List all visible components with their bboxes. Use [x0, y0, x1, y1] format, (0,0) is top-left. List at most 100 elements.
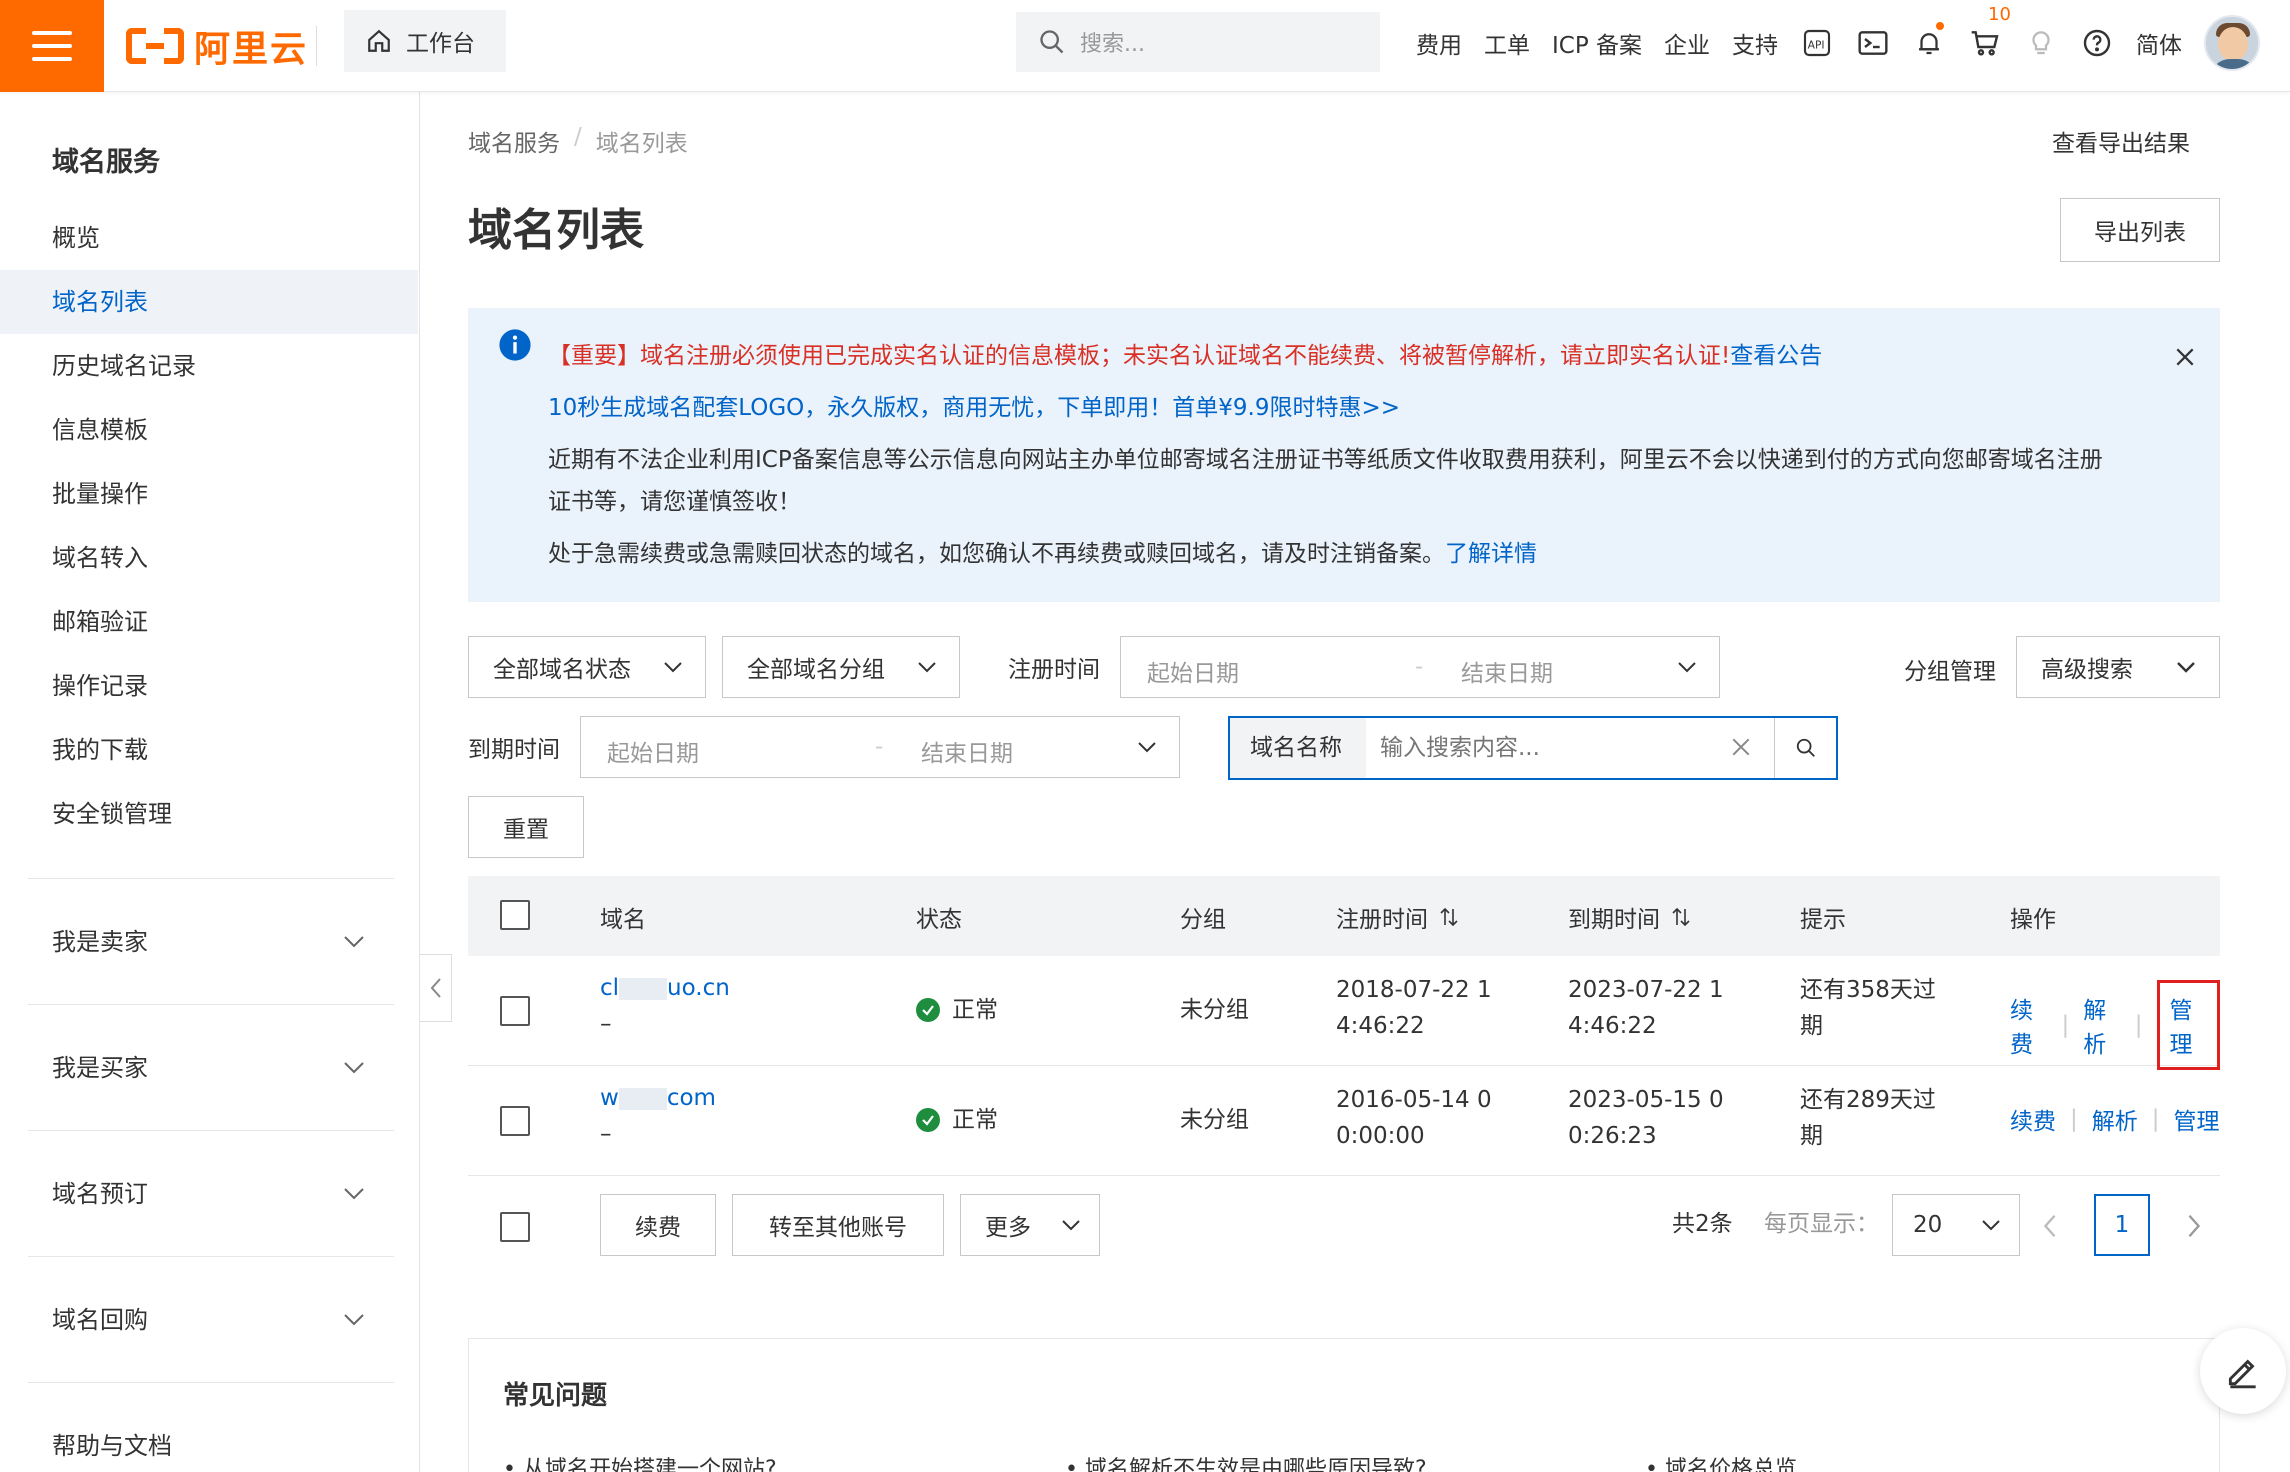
- exp-start-date[interactable]: 起始日期: [607, 734, 699, 768]
- expiry-date-range[interactable]: 起始日期 - 结束日期: [580, 716, 1180, 778]
- faq-item-text: 从域名开始搭建一个网站?: [522, 1457, 777, 1472]
- faq-item[interactable]: • 域名解析不生效是由哪些原因导致?: [1065, 1451, 1427, 1472]
- reg-end-date[interactable]: 结束日期: [1461, 654, 1553, 688]
- notification-dot: [1936, 22, 1945, 30]
- domain-subtext: –: [600, 1011, 612, 1037]
- faq-item[interactable]: • 域名价格总览: [1645, 1451, 1797, 1472]
- row-checkbox[interactable]: [500, 1106, 530, 1136]
- renew-link[interactable]: 续费: [2010, 1102, 2056, 1136]
- notice-announcement-link[interactable]: 查看公告: [1730, 343, 1822, 369]
- chevron-down-icon: [1678, 662, 1696, 673]
- batch-renew-button[interactable]: 续费: [600, 1194, 716, 1256]
- registration-date-range[interactable]: 起始日期 - 结束日期: [1120, 636, 1720, 698]
- manage-link[interactable]: 管理: [2174, 1102, 2220, 1136]
- chevron-down-icon: [344, 1062, 364, 1074]
- global-search[interactable]: 搜索...: [1016, 12, 1380, 72]
- table-header: 域名 状态 分组 注册时间 到期时间 提示 操作: [468, 876, 2220, 956]
- sidebar-group-buyback[interactable]: 域名回购: [0, 1288, 418, 1352]
- sidebar-item-history[interactable]: 历史域名记录: [0, 334, 418, 398]
- select-all-checkbox[interactable]: [500, 900, 530, 930]
- exp-time-line-2: 4:46:22: [1568, 1013, 1657, 1039]
- domain-search-group: 域名名称: [1228, 716, 1838, 780]
- sidebar-item-operation-log[interactable]: 操作记录: [0, 654, 418, 718]
- more-actions-label: 更多: [985, 1215, 1031, 1241]
- sidebar-item-overview[interactable]: 概览: [0, 206, 418, 270]
- lightbulb-icon[interactable]: [2024, 26, 2058, 60]
- reg-time-line-2: 0:00:00: [1336, 1123, 1425, 1149]
- reg-range-sep: -: [1415, 654, 1424, 680]
- domain-group-select[interactable]: 全部域名分组: [722, 636, 960, 698]
- faq-item[interactable]: • 从域名开始搭建一个网站?: [503, 1451, 777, 1472]
- breadcrumb: 域名服务 / 域名列表: [468, 124, 688, 158]
- sidebar-item-email-verify[interactable]: 邮箱验证: [0, 590, 418, 654]
- aliyun-logo[interactable]: 阿里云: [126, 20, 308, 72]
- sidebar-item-templates[interactable]: 信息模板: [0, 398, 418, 462]
- sidebar-group-buyer[interactable]: 我是买家: [0, 1036, 418, 1100]
- cart-icon[interactable]: 10: [1968, 4, 2011, 60]
- domain-search-input[interactable]: [1380, 732, 1700, 764]
- domain-name-link[interactable]: w com: [600, 1080, 716, 1116]
- close-icon[interactable]: [2174, 346, 2196, 368]
- sidebar-title: 域名服务: [52, 147, 160, 178]
- feedback-button[interactable]: [2200, 1328, 2286, 1414]
- user-avatar[interactable]: [2204, 15, 2261, 71]
- api-icon[interactable]: API: [1800, 26, 1834, 60]
- row-checkbox[interactable]: [500, 996, 530, 1026]
- per-page-select[interactable]: 20: [1892, 1194, 2020, 1256]
- dns-resolve-link[interactable]: 解析: [2092, 1102, 2138, 1136]
- table-row: cl uo.cn – 正常 未分组 2018-07-22 1 4:46:22 20…: [468, 956, 2220, 1070]
- nav-icp[interactable]: ICP 备案: [1552, 26, 1642, 60]
- sidebar-item-help[interactable]: 帮助与文档: [0, 1414, 418, 1472]
- group-manage-link[interactable]: 分组管理: [1904, 652, 1996, 686]
- search-key-select[interactable]: 域名名称: [1230, 718, 1366, 778]
- page-1-button[interactable]: 1: [2094, 1194, 2150, 1256]
- renew-link[interactable]: 续费: [2010, 991, 2048, 1059]
- header-exp-time[interactable]: 到期时间: [1568, 900, 1692, 934]
- exp-end-date[interactable]: 结束日期: [921, 734, 1013, 768]
- clear-icon[interactable]: [1730, 736, 1752, 758]
- transfer-account-button[interactable]: 转至其他账号: [732, 1194, 944, 1256]
- advanced-search-button[interactable]: 高级搜索: [2016, 636, 2220, 698]
- chevron-down-icon: [918, 662, 936, 673]
- nav-support[interactable]: 支持: [1732, 26, 1778, 60]
- global-search-placeholder: 搜索...: [1080, 32, 1145, 57]
- notice-learn-more-link[interactable]: 了解详情: [1445, 541, 1537, 567]
- sidebar-item-domain-list[interactable]: 域名列表: [0, 270, 418, 334]
- notice-logo-promo-link[interactable]: 10秒生成域名配套LOGO，永久版权，商用无忧，下单即用！首单¥9.9限时特惠>…: [548, 388, 1400, 422]
- footer-select-all-checkbox[interactable]: [500, 1212, 530, 1242]
- domain-name-part: com: [666, 1085, 716, 1111]
- bell-icon[interactable]: [1912, 22, 1946, 60]
- nav-tickets[interactable]: 工单: [1484, 26, 1530, 60]
- menu-button[interactable]: [0, 0, 104, 92]
- nav-enterprise[interactable]: 企业: [1664, 26, 1710, 60]
- breadcrumb-domain-service[interactable]: 域名服务: [468, 124, 560, 158]
- dns-resolve-link[interactable]: 解析: [2083, 991, 2121, 1059]
- sidebar-item-transfer-in[interactable]: 域名转入: [0, 526, 418, 590]
- nav-fees[interactable]: 费用: [1416, 26, 1462, 60]
- header-reg-time[interactable]: 注册时间: [1336, 900, 1460, 934]
- domain-name-link[interactable]: cl uo.cn: [600, 970, 730, 1006]
- reset-button[interactable]: 重置: [468, 796, 584, 858]
- domain-status-select[interactable]: 全部域名状态: [468, 636, 706, 698]
- export-list-button[interactable]: 导出列表: [2060, 198, 2220, 262]
- prev-page-icon[interactable]: [2042, 1212, 2058, 1240]
- view-export-results-link[interactable]: 查看导出结果: [2052, 124, 2190, 158]
- language-switch[interactable]: 简体: [2136, 26, 2182, 60]
- next-page-icon[interactable]: [2186, 1212, 2202, 1240]
- manage-link[interactable]: 管理: [2156, 980, 2220, 1070]
- more-actions-button[interactable]: 更多: [960, 1194, 1100, 1256]
- sidebar-item-downloads[interactable]: 我的下载: [0, 718, 418, 782]
- reg-start-date[interactable]: 起始日期: [1147, 654, 1239, 688]
- sidebar-group-seller[interactable]: 我是卖家: [0, 910, 418, 974]
- terminal-icon[interactable]: [1856, 26, 1890, 60]
- workbench-button[interactable]: 工作台: [344, 10, 506, 72]
- sidebar-item-batch[interactable]: 批量操作: [0, 462, 418, 526]
- sidebar-divider: [28, 878, 394, 879]
- sidebar-group-reserve[interactable]: 域名预订: [0, 1162, 418, 1226]
- sidebar: 域名服务 概览 域名列表 历史域名记录 信息模板 批量操作 域名转入 邮箱验证 …: [0, 92, 420, 1472]
- sidebar-item-security-lock[interactable]: 安全锁管理: [0, 782, 418, 846]
- search-submit-button[interactable]: [1774, 718, 1836, 778]
- sidebar-collapse-button[interactable]: [420, 954, 452, 1022]
- action-divider: |: [2070, 1106, 2078, 1132]
- help-icon[interactable]: [2080, 26, 2114, 60]
